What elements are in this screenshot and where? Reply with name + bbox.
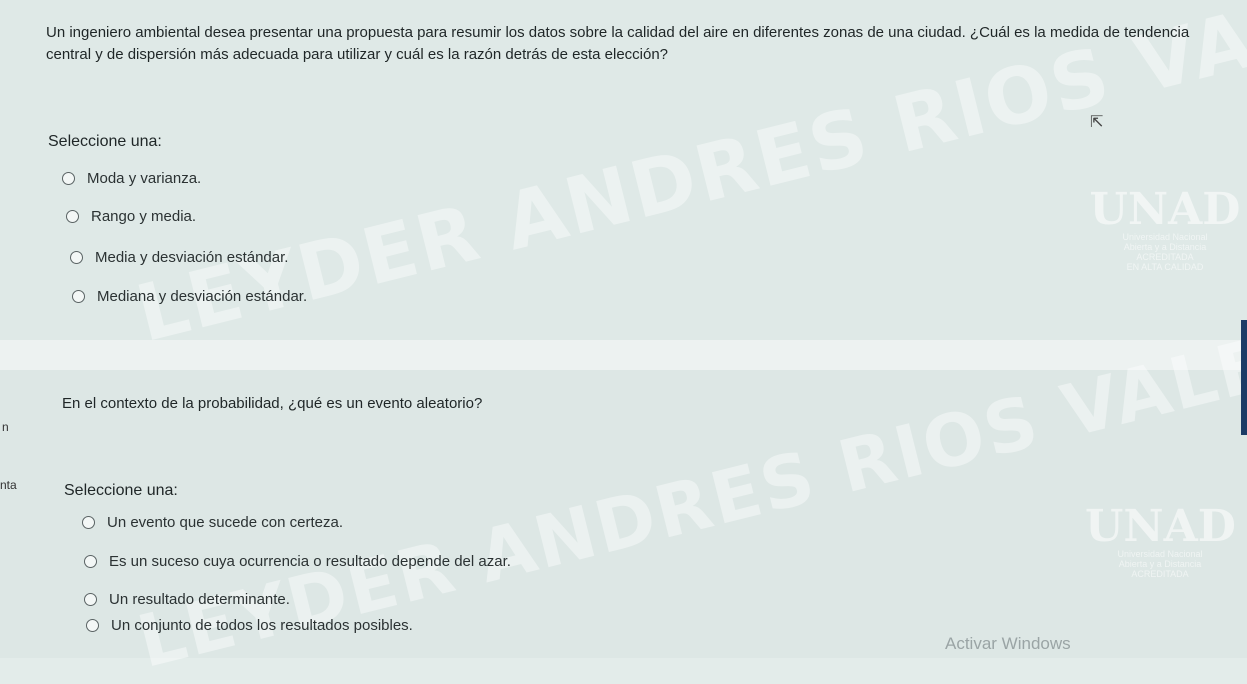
question-2-option-2[interactable]: Es un suceso cuya ocurrencia o resultado…	[84, 553, 511, 570]
cropped-sidebar-text: nta	[0, 478, 17, 492]
radio-button[interactable]	[82, 516, 95, 529]
question-2-option-4[interactable]: Un conjunto de todos los resultados posi…	[86, 617, 413, 634]
radio-button[interactable]	[72, 290, 85, 303]
select-one-label: Seleccione una:	[48, 133, 162, 150]
option-label: Un evento que sucede con certeza.	[107, 514, 343, 531]
option-label: Moda y varianza.	[87, 170, 202, 187]
option-label: Rango y media.	[91, 208, 197, 225]
question-2-option-1[interactable]: Un evento que sucede con certeza.	[82, 514, 343, 531]
question-1-option-1[interactable]: Moda y varianza.	[62, 170, 201, 187]
radio-button[interactable]	[84, 593, 97, 606]
question-2-text: En el contexto de la probabilidad, ¿qué …	[62, 395, 483, 412]
radio-button[interactable]	[70, 251, 83, 264]
cropped-sidebar-text: n	[2, 420, 9, 434]
question-1-option-2[interactable]: Rango y media.	[66, 208, 196, 225]
question-1-text: Un ingeniero ambiental desea presentar u…	[46, 24, 1190, 63]
radio-button[interactable]	[84, 555, 97, 568]
option-label: Media y desviación estándar.	[95, 249, 289, 266]
mouse-cursor-icon: ⇱	[1090, 114, 1104, 131]
window-edge	[1241, 320, 1247, 435]
question-divider	[0, 340, 1247, 370]
option-label: Es un suceso cuya ocurrencia o resultado…	[109, 553, 511, 570]
option-label: Mediana y desviación estándar.	[97, 288, 308, 305]
select-one-label: Seleccione una:	[64, 482, 178, 499]
question-1-option-4[interactable]: Mediana y desviación estándar.	[72, 288, 307, 305]
option-label: Un resultado determinante.	[109, 591, 290, 608]
activate-windows-watermark: Activar Windows	[945, 634, 1071, 653]
option-label: Un conjunto de todos los resultados posi…	[111, 617, 413, 634]
radio-button[interactable]	[62, 172, 75, 185]
question-2-option-3[interactable]: Un resultado determinante.	[84, 591, 290, 608]
radio-button[interactable]	[86, 619, 99, 632]
radio-button[interactable]	[66, 210, 79, 223]
question-1-option-3[interactable]: Media y desviación estándar.	[70, 249, 288, 266]
